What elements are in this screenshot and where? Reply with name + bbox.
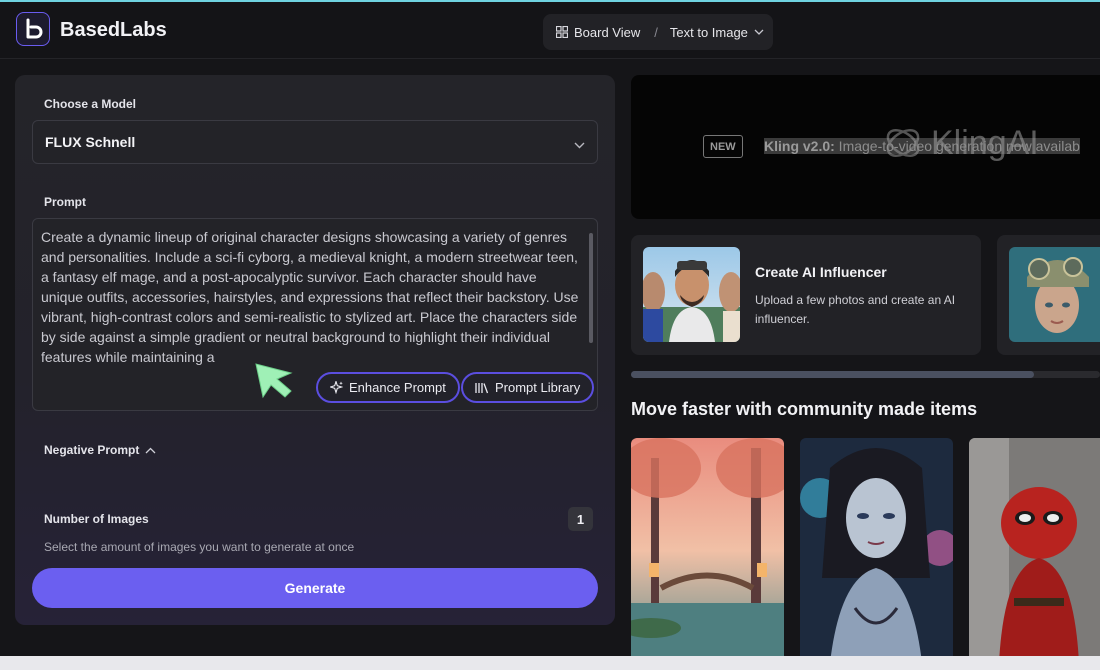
community-item-bridge[interactable]	[631, 438, 784, 663]
sparkle-icon	[330, 381, 343, 394]
carousel-scrollbar-thumb[interactable]	[631, 371, 1034, 378]
steampunk-thumbnail	[1009, 247, 1100, 342]
number-of-images-label: Number of Images	[44, 512, 149, 526]
prompt-library-label: Prompt Library	[495, 380, 581, 395]
promo-banner[interactable]: KlingAI NEW Kling v2.0: Image-to-video g…	[631, 75, 1100, 219]
prompt-library-button[interactable]: Prompt Library	[461, 372, 595, 403]
top-bar: BasedLabs Board View / Text to Image	[0, 0, 1100, 59]
brand-name[interactable]: BasedLabs	[60, 19, 167, 42]
feature-card-2[interactable]	[997, 235, 1100, 355]
card-title: Create AI Influencer	[755, 264, 887, 280]
community-item-portrait[interactable]	[800, 438, 953, 663]
model-value: FLUX Schnell	[45, 134, 136, 150]
os-taskbar	[0, 656, 1100, 670]
breadcrumb-board-view[interactable]: Board View	[574, 25, 640, 40]
influencer-thumbnail	[643, 247, 740, 342]
banner-headline: Kling v2.0:	[764, 138, 835, 154]
banner-text: Kling v2.0: Image-to-video generation no…	[764, 138, 1080, 154]
community-section-title: Move faster with community made items	[631, 399, 978, 419]
new-badge: NEW	[703, 135, 743, 158]
prompt-textarea[interactable]: Create a dynamic lineup of original char…	[32, 218, 598, 411]
ai-influencer-card[interactable]: Create AI Influencer Upload a few photos…	[631, 235, 981, 355]
negative-prompt-toggle[interactable]: Negative Prompt	[44, 443, 156, 457]
generate-button[interactable]: Generate	[32, 568, 598, 608]
prompt-label: Prompt	[44, 195, 86, 209]
chevron-down-icon	[574, 136, 585, 152]
breadcrumb: Board View / Text to Image	[543, 14, 773, 50]
model-label: Choose a Model	[44, 97, 137, 111]
prompt-scrollbar[interactable]	[589, 233, 593, 343]
breadcrumb-text-to-image[interactable]: Text to Image	[670, 25, 748, 40]
chevron-up-icon	[145, 447, 156, 454]
carousel-scrollbar[interactable]	[631, 371, 1100, 378]
logo-icon[interactable]	[16, 12, 50, 46]
number-of-images-value[interactable]: 1	[568, 507, 593, 531]
chevron-down-icon[interactable]	[754, 29, 764, 35]
enhance-prompt-button[interactable]: Enhance Prompt	[316, 372, 460, 403]
generation-panel: Choose a Model FLUX Schnell Prompt Creat…	[15, 75, 615, 625]
prompt-text: Create a dynamic lineup of original char…	[41, 229, 579, 365]
enhance-prompt-label: Enhance Prompt	[349, 380, 446, 395]
community-item-deadpool[interactable]	[969, 438, 1100, 663]
model-select[interactable]: FLUX Schnell	[32, 120, 598, 164]
grid-icon	[556, 26, 568, 38]
card-description: Upload a few photos and create an AI inf…	[755, 293, 956, 326]
breadcrumb-separator: /	[654, 24, 658, 40]
number-of-images-hint: Select the amount of images you want to …	[44, 540, 355, 554]
mouse-cursor-icon	[253, 361, 297, 406]
negative-prompt-label: Negative Prompt	[44, 443, 140, 457]
banner-subtext: Image-to-video generation now availab	[834, 138, 1080, 154]
library-icon	[475, 382, 489, 394]
